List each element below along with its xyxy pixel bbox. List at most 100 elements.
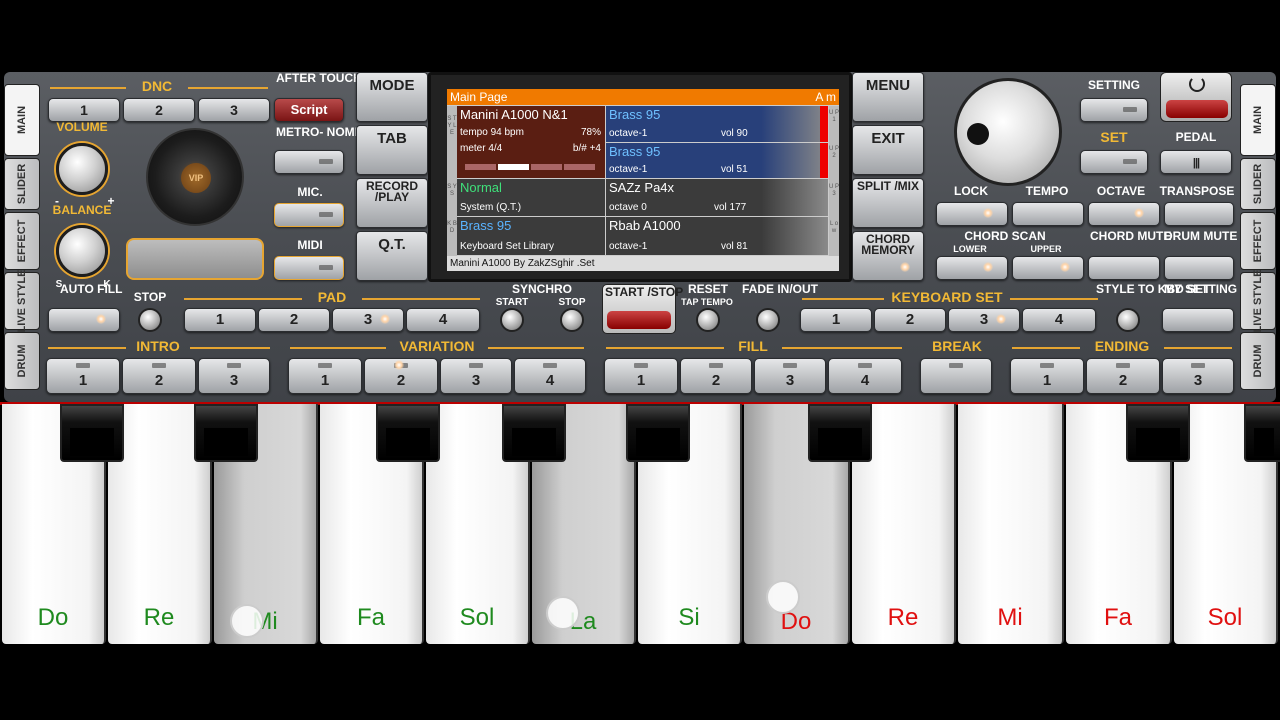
auto-fill-button[interactable] [48,308,120,332]
style-cell[interactable]: Manini A1000 N&1 tempo 94 bpm 78% meter 4… [457,106,605,178]
vip-disc[interactable]: VIP [146,128,244,226]
transpose-button[interactable] [1164,202,1234,226]
tab-effect-right[interactable]: EFFECT [1240,212,1276,270]
main-dial[interactable] [954,78,1062,186]
intro-button-1[interactable]: 1 [46,358,120,394]
ending-button-3[interactable]: 3 [1162,358,1234,394]
set-button[interactable] [1080,150,1148,174]
tab-main-right[interactable]: MAIN [1240,84,1276,156]
kbd-set-button-4[interactable]: 4 [1022,308,1096,332]
black-key-8[interactable] [1244,404,1280,462]
synchro-stop-knob[interactable] [560,308,584,332]
lower-cell[interactable]: Rbab A1000 octave-1 vol 81 [606,217,828,255]
synchro-start-knob[interactable] [500,308,524,332]
black-key-5[interactable] [626,404,690,462]
pad-button-3[interactable]: 3 [332,308,404,332]
tab-slider-right[interactable]: SLIDER [1240,158,1276,210]
fill-button-2[interactable]: 2 [680,358,752,394]
dnc-line-right [188,87,268,89]
record-play-button[interactable]: RECORD /PLAY [356,178,428,228]
fill-button-3[interactable]: 3 [754,358,826,394]
fill-button-1[interactable]: 1 [604,358,678,394]
tempo-label: TEMPO [1025,184,1069,198]
volume-knob[interactable] [56,143,108,195]
tab-live-style-left[interactable]: LIVE STYLE [4,270,40,332]
fill-button-4[interactable]: 4 [828,358,902,394]
pad-button-1[interactable]: 1 [184,308,256,332]
chord-scan-upper-button[interactable] [1012,256,1084,280]
pad-stop-knob[interactable] [138,308,162,332]
kbd-set-button-1[interactable]: 1 [800,308,872,332]
tempo-button[interactable] [1012,202,1084,226]
mic-button[interactable] [274,203,344,227]
drum-mute-button[interactable] [1164,256,1234,280]
variation-button-3[interactable]: 3 [440,358,512,394]
mode-button[interactable]: MODE [356,72,428,122]
white-key-10[interactable]: Mi [958,404,1064,644]
touch-point-2 [546,596,580,630]
dnc-button-1[interactable]: 1 [48,98,120,122]
start-stop-button[interactable]: START /STOP [602,284,683,334]
tab-live-style-right[interactable]: LIVE STYLE [1240,270,1276,332]
upper1-cell[interactable]: Brass 95 octave-1 vol 90 [606,106,828,142]
tab-slider-left[interactable]: SLIDER [4,158,40,210]
variation-button-1[interactable]: 1 [288,358,362,394]
kbd-set-button-2[interactable]: 2 [874,308,946,332]
qt-button[interactable]: Q.T. [356,231,428,281]
black-key-6[interactable] [808,404,872,462]
black-key-3[interactable] [376,404,440,462]
arranger-app: MAIN SLIDER EFFECT LIVE STYLE DRUM MAIN … [0,0,1280,720]
intro-button-3[interactable]: 3 [198,358,270,394]
kbd-line-right [1010,298,1098,300]
octave-button[interactable] [1088,202,1160,226]
kbd-set-button-3[interactable]: 3 [948,308,1020,332]
ending-button-2[interactable]: 2 [1086,358,1160,394]
metronome-button[interactable] [274,150,344,174]
upper3-cell[interactable]: SAZz Pa4x octave 0 vol 177 [606,179,828,216]
setting-button[interactable] [1080,98,1148,122]
balance-knob[interactable] [56,225,108,277]
tab-effect-left[interactable]: EFFECT [4,212,40,270]
pad-button-2[interactable]: 2 [258,308,330,332]
break-button[interactable] [920,358,992,394]
power-button[interactable] [1160,72,1232,122]
script-button[interactable]: Script [274,98,344,122]
kbd-set-led [996,314,1006,324]
system-cell[interactable]: Normal System (Q.T.) [457,179,605,216]
tab-drum-right[interactable]: DRUM [1240,332,1276,390]
pad-line-right [362,298,480,300]
fade-knob[interactable] [756,308,780,332]
pedal-button[interactable]: ||| [1160,150,1232,174]
upper2-cell[interactable]: Brass 95 octave-1 vol 51 [606,143,828,178]
menu-button[interactable]: MENU [852,72,924,122]
tab-main-left[interactable]: MAIN [4,84,40,156]
reset-knob[interactable] [696,308,720,332]
pad-button-4[interactable]: 4 [406,308,480,332]
kbd-line-left [802,298,884,300]
start-stop-led [607,311,671,329]
display-pad[interactable] [126,238,264,280]
dnc-button-3[interactable]: 3 [198,98,270,122]
ending-button-1[interactable]: 1 [1010,358,1084,394]
variation-button-4[interactable]: 4 [514,358,586,394]
lock-button[interactable] [936,202,1008,226]
chord-memory-button[interactable]: CHORD MEMORY [852,231,924,281]
chord-scan-lower-button[interactable] [936,256,1008,280]
after-touch-label: AFTER TOUCH [276,71,362,85]
screen-inner: Main Page A m S T Y L E S Y S K B D Manin… [447,89,839,271]
split-mix-button[interactable]: SPLIT /MIX [852,178,924,228]
chord-mute-button[interactable] [1088,256,1160,280]
tab-button[interactable]: TAB [356,125,428,175]
midi-button[interactable] [274,256,344,280]
exit-button[interactable]: EXIT [852,125,924,175]
black-key-4[interactable] [502,404,566,462]
intro-button-2[interactable]: 2 [122,358,196,394]
tab-drum-left[interactable]: DRUM [4,332,40,390]
keyboard-set-cell[interactable]: Brass 95 Keyboard Set Library [457,217,605,255]
style-to-kbd-knob[interactable] [1116,308,1140,332]
my-setting-button[interactable] [1162,308,1234,332]
black-key-2[interactable] [194,404,258,462]
black-key-1[interactable] [60,404,124,462]
black-key-7[interactable] [1126,404,1190,462]
dnc-button-2[interactable]: 2 [123,98,195,122]
